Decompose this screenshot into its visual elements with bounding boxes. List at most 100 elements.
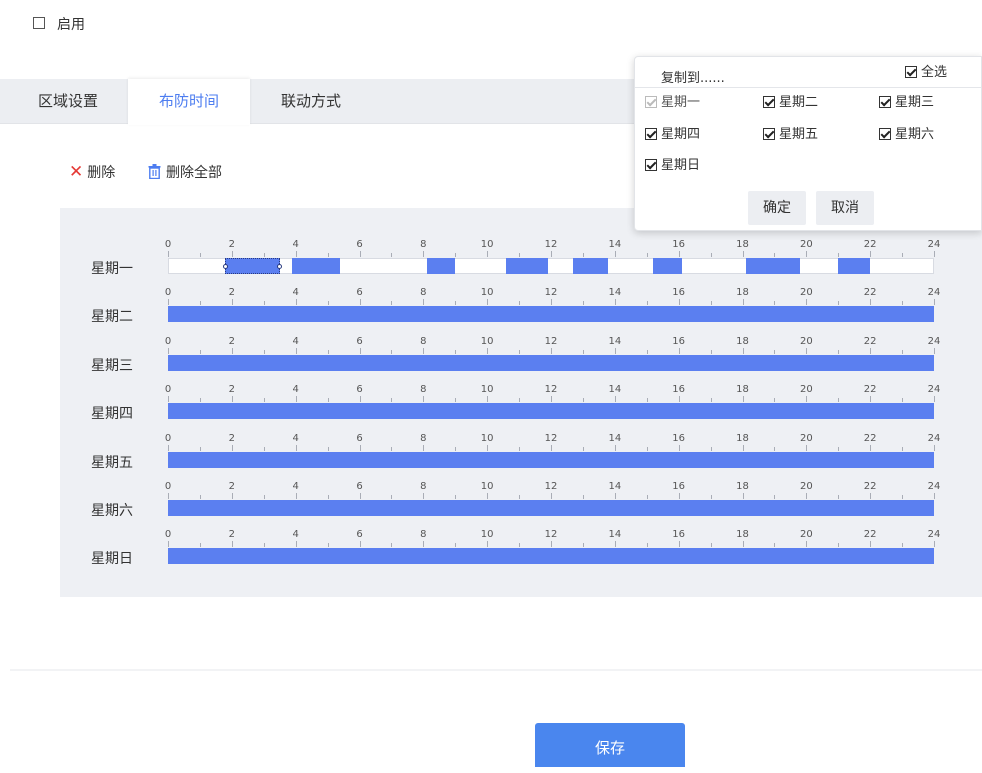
- hour-tick: [902, 253, 904, 257]
- save-button[interactable]: 保存: [535, 723, 685, 767]
- hour-label: 2: [228, 239, 236, 250]
- hour-tick: [327, 349, 329, 354]
- hour-tick: [742, 493, 744, 499]
- hour-tick: [199, 253, 201, 257]
- hour-label: 10: [480, 529, 494, 541]
- hour-tick: [168, 396, 169, 403]
- copy-day-thu[interactable]: 星期四: [645, 127, 700, 143]
- confirm-button[interactable]: 确定: [748, 191, 806, 225]
- time-segment[interactable]: [838, 258, 871, 274]
- selected-time-segment[interactable]: [223, 258, 282, 274]
- hour-label: 20: [799, 481, 813, 492]
- hour-label: 14: [608, 529, 622, 541]
- delete-label: 删除: [87, 165, 116, 181]
- hour-tick: [646, 446, 648, 451]
- copy-day-label: 星期四: [661, 127, 701, 142]
- hour-tick: [582, 349, 584, 354]
- day-schedule-bar[interactable]: [168, 306, 934, 323]
- hour-tick: [455, 253, 457, 257]
- hour-label: 2: [228, 287, 236, 299]
- hour-tick: [806, 299, 808, 306]
- hour-label: 10: [480, 239, 494, 250]
- hour-label: 24: [927, 287, 941, 299]
- hour-tick: [806, 251, 808, 257]
- tab-area-settings[interactable]: 区域设置: [8, 79, 128, 124]
- time-segment[interactable]: [653, 258, 682, 274]
- section-divider: [10, 669, 982, 671]
- select-all-checkbox[interactable]: 全选: [905, 65, 947, 81]
- time-segment[interactable]: [292, 258, 341, 274]
- hour-tick: [519, 349, 521, 354]
- enable-checkbox[interactable]: [33, 17, 45, 29]
- delete-button[interactable]: ✕ 删除: [69, 162, 115, 182]
- hour-tick: [487, 493, 489, 499]
- time-segment[interactable]: [573, 258, 609, 274]
- hour-tick: [902, 495, 904, 499]
- hour-label: 20: [799, 384, 813, 396]
- hour-tick: [870, 444, 872, 451]
- day-schedule-bar[interactable]: [168, 258, 934, 274]
- copy-day-fri[interactable]: 星期五: [763, 127, 818, 143]
- hour-label: 18: [736, 239, 749, 250]
- hour-label: 18: [736, 432, 749, 444]
- hour-tick: [295, 493, 297, 499]
- tab-linkage-method[interactable]: 联动方式: [250, 79, 372, 124]
- hour-label: 6: [356, 287, 363, 299]
- hour-label: 12: [544, 287, 558, 299]
- hour-tick: [455, 349, 457, 354]
- hour-label: 8: [420, 239, 427, 250]
- hour-label: 10: [480, 432, 494, 444]
- tab-arming-schedule[interactable]: 布防时间: [128, 79, 250, 125]
- day-schedule-bar[interactable]: [168, 451, 934, 468]
- day-schedule-bar[interactable]: [168, 403, 934, 420]
- hour-tick: [838, 301, 840, 306]
- hour-label: 12: [544, 529, 558, 541]
- copy-day-tue[interactable]: 星期二: [763, 95, 818, 111]
- hour-label: 6: [356, 335, 363, 347]
- delete-all-button[interactable]: 删除全部: [148, 162, 222, 183]
- hour-tick: [423, 347, 425, 354]
- day-schedule-bar[interactable]: [168, 500, 934, 516]
- day-schedule-bar[interactable]: [168, 354, 934, 371]
- hour-tick: [423, 299, 425, 306]
- time-segment[interactable]: [426, 258, 456, 274]
- hour-tick: [710, 495, 712, 499]
- resize-handle[interactable]: [223, 264, 229, 269]
- hour-label: 16: [672, 239, 686, 250]
- popup-divider: [635, 87, 981, 88]
- hour-label: 12: [544, 239, 558, 250]
- checkbox-checked-icon: [645, 96, 657, 108]
- hour-tick: [806, 541, 808, 548]
- hour-tick: [774, 495, 776, 499]
- copy-day-sun[interactable]: 星期日: [645, 158, 700, 174]
- hour-tick: [614, 347, 616, 354]
- hour-tick: [391, 253, 393, 257]
- hour-tick: [359, 396, 361, 403]
- copy-day-wed[interactable]: 星期三: [879, 95, 934, 111]
- hour-tick: [263, 543, 265, 548]
- copy-day-sat[interactable]: 星期六: [879, 127, 934, 143]
- hour-label: 14: [608, 384, 622, 396]
- hour-tick: [646, 543, 648, 548]
- day-schedule-bar[interactable]: [168, 548, 934, 565]
- day-label: 星期五: [91, 454, 133, 471]
- hour-tick: [774, 446, 776, 451]
- hour-tick: [742, 251, 744, 257]
- hour-label: 14: [608, 287, 622, 299]
- resize-handle[interactable]: [276, 264, 282, 269]
- time-segment[interactable]: [745, 258, 800, 274]
- hour-label: 2: [228, 481, 236, 492]
- hour-label: 22: [863, 432, 877, 444]
- time-segment[interactable]: [506, 258, 548, 274]
- hour-tick: [487, 251, 489, 257]
- hour-tick: [806, 396, 808, 403]
- hour-tick: [199, 349, 201, 354]
- hour-tick: [295, 541, 297, 548]
- hour-tick: [614, 299, 616, 306]
- hour-label: 22: [863, 481, 877, 492]
- hour-label: 4: [292, 239, 299, 250]
- hour-tick: [614, 396, 616, 403]
- hour-label: 4: [292, 529, 299, 541]
- hour-tick: [519, 543, 521, 548]
- cancel-button[interactable]: 取消: [816, 191, 874, 225]
